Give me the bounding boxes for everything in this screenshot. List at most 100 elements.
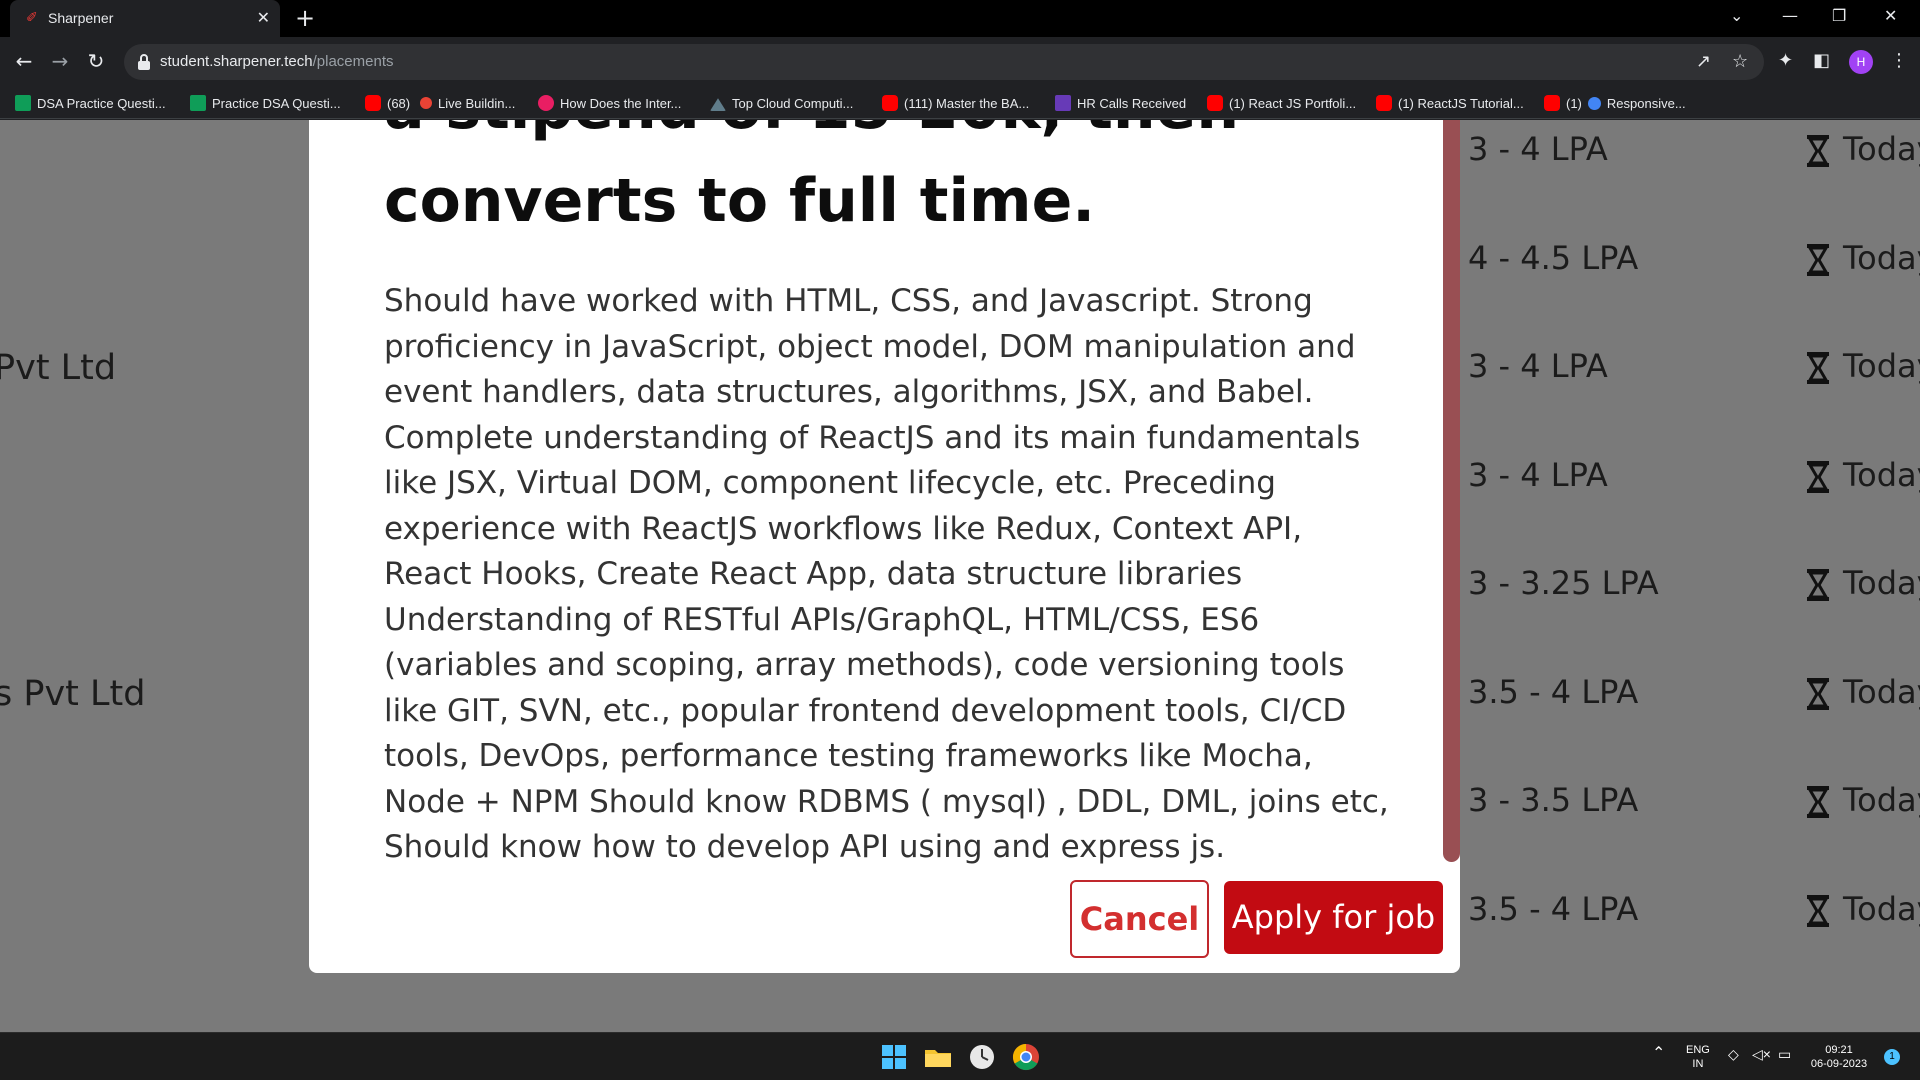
hourglass-icon [1807, 461, 1829, 493]
posted-date: Today [1843, 456, 1920, 494]
ctc-text: 3 - 4 LPA [1468, 130, 1608, 168]
bookmark-item[interactable]: DSA Practice Questi... [15, 93, 166, 113]
youtube-icon [365, 95, 381, 111]
forms-icon [1055, 95, 1071, 111]
job-headline-line: converts to full time. [384, 166, 1096, 236]
ctc-text: 3 - 3.5 LPA [1468, 781, 1639, 819]
chrome-icon[interactable] [1010, 1041, 1042, 1073]
browser-tab[interactable]: ✐ Sharpener ✕ [10, 0, 280, 37]
ctc-text: 3.5 - 4 LPA [1468, 890, 1639, 928]
modal-scrollbar-thumb[interactable] [1443, 120, 1460, 862]
battery-icon[interactable]: ▭ [1778, 1047, 1791, 1061]
minimize-icon[interactable]: — [1782, 6, 1798, 26]
bookmark-label: (68) [387, 95, 411, 111]
cloud-icon [710, 98, 726, 111]
hourglass-icon [1807, 786, 1829, 818]
back-icon[interactable]: ← [12, 49, 36, 73]
job-row: 3 - 4 LPA Today [1468, 456, 1920, 500]
bookmark-item[interactable]: (68) [365, 93, 410, 113]
browser-toolbar: ← → ↻ student.sharpener.tech/placements … [0, 37, 1920, 87]
bookmark-item[interactable]: How Does the Inter... [538, 93, 681, 113]
job-headline-partial: a stipend of 15-20k, then [384, 120, 1384, 155]
reload-icon[interactable]: ↻ [84, 49, 108, 73]
bookmark-item[interactable]: Top Cloud Computi... [710, 93, 853, 113]
ctc-text: 3 - 4 LPA [1468, 456, 1608, 494]
bookmark-label: Live Buildin... [438, 95, 516, 111]
forward-icon[interactable]: → [48, 49, 72, 73]
posted-date: Today [1843, 890, 1920, 928]
share-icon[interactable]: ↗ [1696, 51, 1711, 73]
hourglass-icon [1807, 895, 1829, 927]
date-text: 06-09-2023 [1810, 1058, 1868, 1070]
url-path: /placements [312, 53, 394, 70]
tab-strip: ✐ Sharpener ✕ + ⌄ — ❐ ✕ [0, 0, 1920, 37]
bookmark-item[interactable]: (1) React JS Portfoli... [1207, 93, 1356, 113]
bookmark-star-icon[interactable]: ☆ [1732, 51, 1748, 73]
job-row: 4 - 4.5 LPA Today [1468, 239, 1920, 283]
extensions-icon[interactable]: ✦ [1778, 49, 1793, 73]
file-explorer-icon[interactable] [922, 1041, 954, 1073]
bookmark-label: How Does the Inter... [560, 95, 682, 111]
hourglass-icon [1807, 569, 1829, 601]
bookmark-item[interactable]: Practice DSA Questi... [190, 93, 341, 113]
pink-circle-icon [538, 95, 554, 111]
job-row: 3 - 3.25 LPA Today [1468, 564, 1920, 608]
hourglass-icon [1807, 352, 1829, 384]
bookmark-label: (111) Master the BA... [904, 95, 1030, 111]
bookmark-label: (1) React JS Portfoli... [1229, 95, 1357, 111]
address-bar[interactable]: student.sharpener.tech/placements ↗ ☆ [124, 44, 1764, 80]
job-row: 3.5 - 4 LPA Today [1468, 890, 1920, 934]
cancel-button[interactable]: Cancel [1070, 880, 1209, 958]
mute-icon[interactable]: ◁× [1752, 1047, 1771, 1061]
bookmark-item[interactable]: (1) ReactJS Tutorial... [1376, 93, 1524, 113]
show-hidden-icons-icon[interactable]: ⌃ [1652, 1046, 1665, 1062]
bookmark-label: Responsive... [1606, 95, 1686, 111]
tab-search-icon[interactable]: ⌄ [1730, 6, 1743, 26]
clock[interactable]: 09:21 06-09-2023 [1808, 1043, 1870, 1071]
menu-kebab-icon[interactable]: ⋮ [1890, 49, 1908, 73]
bookmark-label: HR Calls Received [1077, 95, 1187, 111]
apply-for-job-button[interactable]: Apply for job [1224, 881, 1443, 954]
sharpener-favicon-icon: ✐ [26, 10, 38, 26]
close-tab-icon[interactable]: ✕ [257, 8, 270, 28]
posted-date: Today [1843, 673, 1920, 711]
posted-date: Today [1843, 564, 1920, 602]
bookmark-label: (1) [1566, 95, 1582, 111]
bookmark-item[interactable]: (111) Master the BA... [882, 93, 1029, 113]
bookmark-item[interactable]: Live Buildin... [420, 93, 515, 113]
record-icon [420, 97, 432, 109]
youtube-icon [1544, 95, 1560, 111]
posted-date: Today [1843, 347, 1920, 385]
time-text: 09:21 [1825, 1044, 1853, 1056]
language-indicator[interactable]: ENG IN [1686, 1043, 1710, 1071]
posted-date: Today [1843, 781, 1920, 819]
globe-icon [1587, 96, 1601, 110]
profile-avatar[interactable]: H [1849, 50, 1873, 74]
bookmarks-bar: DSA Practice Questi... Practice DSA Ques… [0, 87, 1920, 119]
side-panel-icon[interactable]: ◧ [1813, 49, 1830, 73]
clock-app-icon[interactable] [966, 1041, 998, 1073]
windows-start-icon[interactable] [878, 1041, 910, 1073]
sheets-icon [190, 95, 206, 111]
region-code: IN [1692, 1058, 1704, 1070]
job-details-modal: a stipend of 15-20k, then converts to ful… [309, 120, 1460, 973]
new-tab-icon[interactable]: + [295, 6, 315, 30]
bookmark-label: (1) ReactJS Tutorial... [1398, 95, 1524, 111]
posted-date: Today [1843, 239, 1920, 277]
bookmark-item[interactable]: HR Calls Received [1055, 93, 1186, 113]
tab-title: Sharpener [48, 10, 114, 26]
company-name: s Pvt Ltd [0, 674, 146, 714]
bookmark-item[interactable]: (1) Responsive... [1544, 93, 1686, 113]
hourglass-icon [1807, 135, 1829, 167]
job-row: 3 - 4 LPA Today [1468, 130, 1920, 174]
wifi-icon[interactable]: ◇ [1728, 1047, 1739, 1061]
url-host: student.sharpener.tech [160, 53, 313, 70]
sheets-icon [15, 95, 31, 111]
close-window-icon[interactable]: ✕ [1884, 6, 1897, 26]
company-name: Pvt Ltd [0, 348, 117, 388]
lock-icon[interactable] [136, 53, 152, 71]
restore-icon[interactable]: ❐ [1832, 6, 1846, 26]
youtube-icon [882, 95, 898, 111]
notification-badge[interactable]: 1 [1884, 1049, 1900, 1065]
job-row: 3.5 - 4 LPA Today [1468, 673, 1920, 717]
